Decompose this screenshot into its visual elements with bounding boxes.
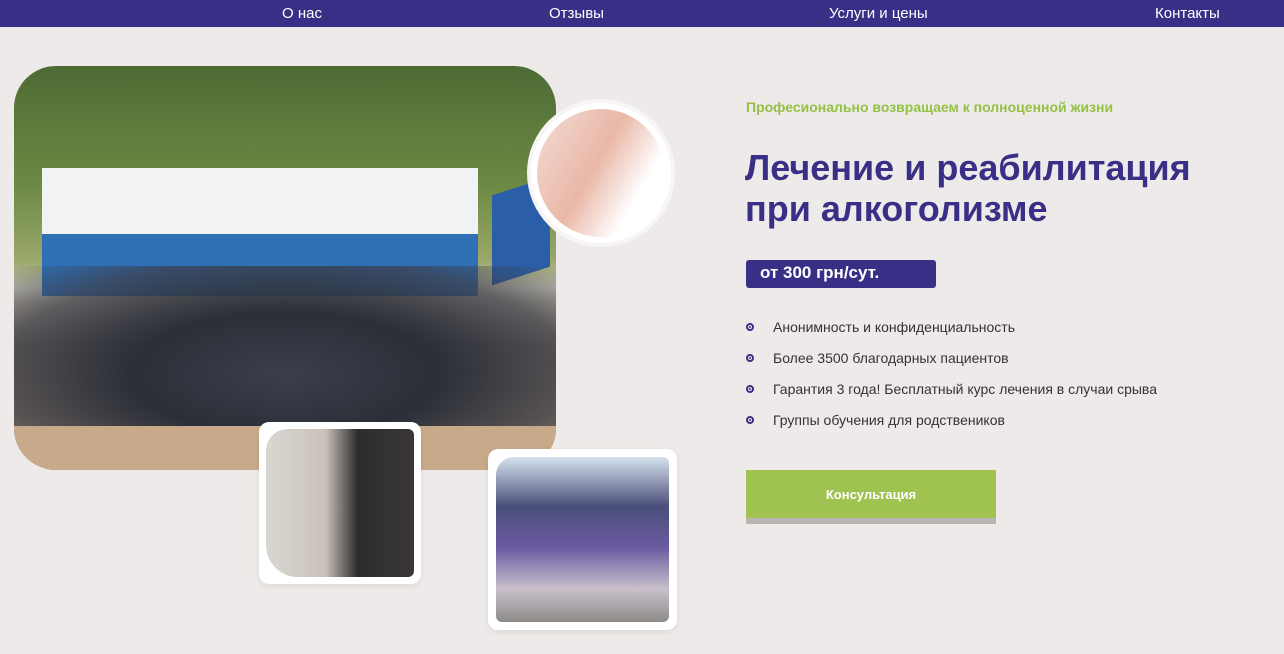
feature-item: Анонимность и конфиденциальность [746,318,1157,349]
hero-tagline: Професионально возвращаем к полноценной … [746,99,1114,115]
price-badge: от 300 грн/сут. [746,260,936,288]
consultation-button[interactable]: Консультация [746,470,996,518]
feature-text: Анонимность и конфиденциальность [773,319,1015,335]
elderly-woman-photo [259,422,421,584]
feature-item: Группы обучения для родствеников [746,411,1157,442]
group-photo [14,66,556,470]
feature-text: Группы обучения для родствеников [773,412,1005,428]
bullet-icon [746,323,754,331]
bullet-icon [746,416,754,424]
feature-text: Гарантия 3 года! Бесплатный курс лечения… [773,381,1157,397]
nav-link-services-prices[interactable]: Услуги и цены [829,5,928,22]
feature-text: Более 3500 благодарных пациентов [773,350,1009,366]
team-banner-photo-image [496,457,669,622]
hero-title: Лечение и реабилитация при алкоголизме [745,147,1245,229]
features-list: Анонимность и конфиденциальность Более 3… [746,318,1157,442]
feature-item: Более 3500 благодарных пациентов [746,349,1157,380]
bullet-icon [746,354,754,362]
photo-crowd [14,266,556,446]
nav-link-about[interactable]: О нас [282,5,322,22]
top-nav: О нас Отзывы Услуги и цены Контакты [0,0,1284,27]
father-daughter-photo-image [537,109,665,237]
nav-link-contacts[interactable]: Контакты [1155,5,1220,22]
hero-title-line1: Лечение и реабилитация [745,147,1191,188]
bullet-icon [746,385,754,393]
father-daughter-photo [531,103,671,243]
nav-link-reviews[interactable]: Отзывы [549,5,604,22]
photo-banner-top [42,168,478,234]
feature-item: Гарантия 3 года! Бесплатный курс лечения… [746,380,1157,411]
elderly-woman-photo-image [266,429,414,577]
team-banner-photo [488,449,677,630]
hero-title-line2: при алкоголизме [745,188,1048,229]
